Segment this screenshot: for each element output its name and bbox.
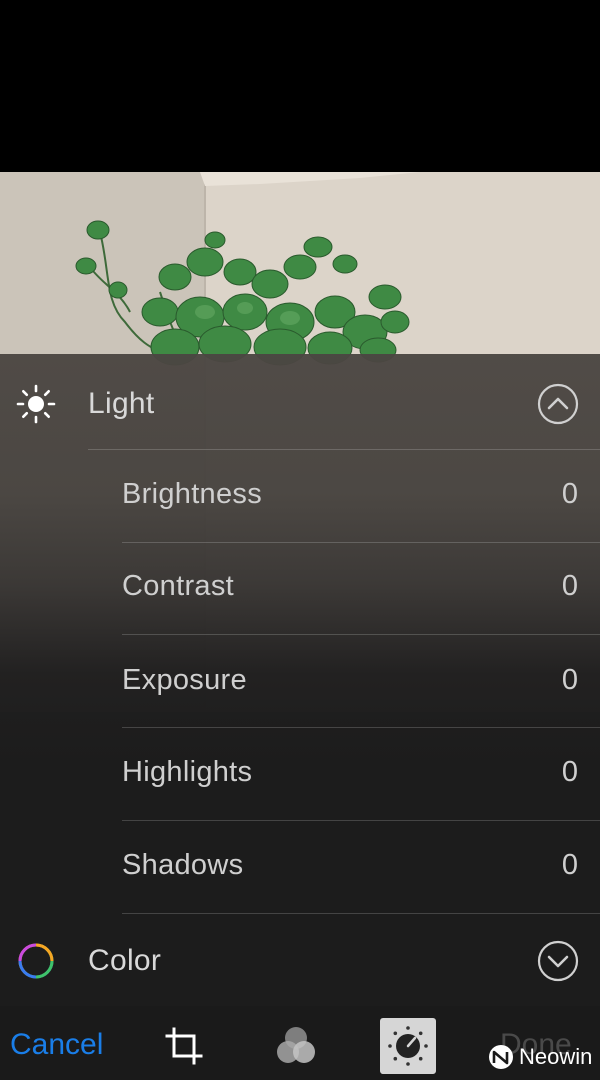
light-section-label: Light [88, 387, 155, 420]
exposure-label: Exposure [122, 664, 247, 696]
color-section-header[interactable]: Color [0, 913, 600, 1009]
adjustments-panel: Light Brightness 0 Contrast 0 Exposure 0… [0, 354, 600, 1006]
color-wheel-icon [16, 941, 56, 981]
watermark-text: Neowin [519, 1044, 593, 1069]
cancel-button[interactable]: Cancel [10, 1028, 103, 1062]
exposure-value: 0 [561, 664, 578, 696]
color-section-label: Color [88, 944, 162, 977]
adjustment-row-exposure[interactable]: Exposure 0 [122, 636, 600, 728]
adjustment-row-highlights[interactable]: Highlights 0 [122, 728, 600, 820]
contrast-label: Contrast [122, 570, 234, 602]
brightness-label: Brightness [122, 478, 263, 510]
adjustment-row-contrast[interactable]: Contrast 0 [122, 542, 600, 634]
crop-icon[interactable] [156, 1018, 212, 1074]
filters-icon[interactable] [268, 1018, 324, 1074]
adjust-dial-icon[interactable] [380, 1018, 436, 1074]
shadows-value: 0 [561, 849, 578, 881]
sun-icon [16, 384, 56, 424]
contrast-value: 0 [561, 570, 578, 602]
chevron-up-icon[interactable] [536, 382, 580, 426]
highlights-label: Highlights [122, 756, 253, 788]
neowin-logo-icon [489, 1045, 513, 1069]
chevron-down-icon[interactable] [536, 939, 580, 983]
adjustment-row-brightness[interactable]: Brightness 0 [122, 450, 600, 542]
brightness-value: 0 [561, 478, 578, 510]
adjustment-row-shadows[interactable]: Shadows 0 [122, 821, 600, 913]
highlights-value: 0 [561, 756, 578, 788]
divider [122, 634, 600, 635]
neowin-watermark: Neowin [488, 1044, 592, 1070]
light-section-header[interactable]: Light [0, 356, 600, 452]
shadows-label: Shadows [122, 849, 244, 881]
